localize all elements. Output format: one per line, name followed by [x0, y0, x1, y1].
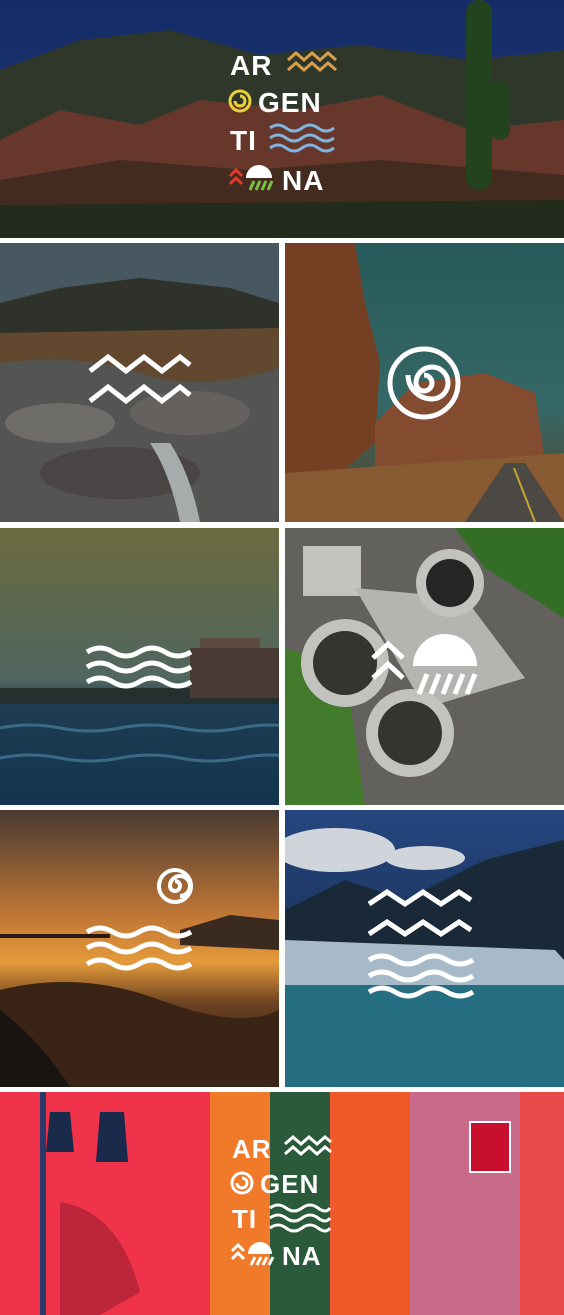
argentina-logo-bottom: AR GEN TI NA	[230, 1134, 332, 1271]
panel-glacier	[285, 810, 564, 1087]
spiral-icon	[228, 89, 252, 113]
logo-line-gen-bottom: GEN	[260, 1169, 319, 1199]
spiral-icon	[157, 868, 193, 904]
zigzag-icon	[88, 353, 192, 405]
waves-icon	[269, 1203, 332, 1233]
panel-beach-sunset	[0, 810, 279, 1087]
arrow-icon	[228, 167, 244, 186]
logo-line-gen: GEN	[258, 87, 322, 118]
waves-icon	[269, 123, 335, 153]
logo-line-ti: TI	[230, 125, 257, 156]
spiral-waves-symbol	[85, 868, 193, 971]
zigzag-icon	[367, 888, 473, 938]
waves-icon	[85, 925, 193, 971]
arrow-sun-symbol	[371, 634, 478, 695]
argentina-logo: AR GEN TI NA	[228, 50, 337, 196]
panel-canyon-road	[285, 243, 564, 522]
panel-sea-pier	[0, 528, 279, 805]
spiral-icon	[230, 1171, 254, 1195]
logo-line-ar-bottom: AR	[232, 1134, 272, 1164]
logo-line-ar: AR	[230, 50, 272, 81]
arrow-icon	[371, 640, 405, 680]
waves-icon	[367, 953, 475, 999]
panel-rocky-river	[0, 243, 279, 522]
zigzag-icon	[284, 1135, 332, 1156]
zigzag-waves-symbol	[367, 888, 475, 999]
arrow-icon	[230, 1242, 246, 1261]
logo-line-na-bottom: NA	[282, 1241, 322, 1271]
zigzag-icon	[287, 51, 337, 72]
sun-stripes-icon	[413, 634, 478, 695]
panel-water-treatment	[285, 528, 564, 805]
sun-stripes-icon	[248, 1242, 275, 1266]
waves-icon	[85, 645, 193, 689]
sun-stripes-icon	[246, 165, 274, 191]
panel-colorful-street: AR GEN TI NA	[0, 1092, 564, 1315]
logo-line-ti-bottom: TI	[232, 1204, 257, 1234]
hero-panel: AR GEN TI NA	[0, 0, 564, 238]
logo-line-na: NA	[282, 165, 324, 196]
spiral-icon	[387, 346, 461, 420]
